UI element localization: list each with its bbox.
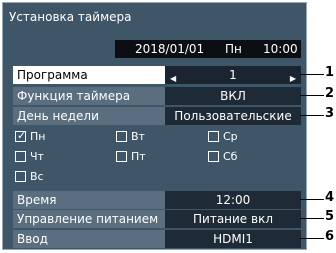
timer-settings-panel: Установка таймера 2018/01/01 Пн 10:00 Пр… [2, 2, 307, 250]
checkbox-icon[interactable] [208, 151, 219, 162]
callout-number-4: 4 [325, 190, 335, 205]
check-icon: ✓ [17, 129, 27, 142]
weekday-row[interactable]: День недели Пользовательские [13, 107, 301, 125]
power-control-label: Управление питанием [17, 212, 159, 226]
program-row[interactable]: Программа ◀ 1 ▶ [13, 66, 301, 84]
checkbox-icon[interactable] [116, 151, 127, 162]
weekday-value[interactable]: Пользовательские [165, 107, 301, 125]
program-label: Программа [17, 68, 88, 82]
callout-number-3: 3 [325, 106, 335, 121]
callout-line-5 [300, 218, 324, 219]
current-date: 2018/01/01 [135, 42, 205, 56]
checkbox-icon[interactable] [116, 131, 127, 142]
timer-function-value[interactable]: ВКЛ [165, 87, 301, 105]
timer-function-row[interactable]: Функция таймера ВКЛ [13, 87, 301, 105]
input-label: Ввод [17, 232, 48, 246]
callout-number-5: 5 [325, 209, 335, 224]
current-time: 10:00 [263, 42, 298, 56]
callout-line-3 [300, 115, 324, 116]
time-label: Время [17, 193, 57, 207]
callout-line-1 [300, 74, 324, 75]
arrow-left-icon[interactable]: ◀ [170, 70, 176, 88]
time-row[interactable]: Время 12:00 [13, 191, 301, 209]
time-value[interactable]: 12:00 [165, 191, 301, 209]
callout-number-2: 2 [325, 86, 335, 101]
input-row[interactable]: Ввод HDMI1 [13, 230, 301, 248]
arrow-right-icon[interactable]: ▶ [290, 70, 296, 88]
datetime-bar: 2018/01/01 Пн 10:00 [115, 40, 301, 58]
callout-number-6: 6 [325, 229, 335, 244]
power-control-row[interactable]: Управление питанием Питание вкл [13, 210, 301, 228]
window-title: Установка таймера [9, 10, 132, 24]
callout-number-1: 1 [325, 65, 335, 80]
checkbox-icon[interactable] [208, 131, 219, 142]
current-weekday: Пн [225, 42, 242, 56]
checkbox-icon[interactable] [15, 151, 26, 162]
program-number: 1 [229, 68, 237, 82]
weekday-checkboxes: ✓ Пн Вт Ср Чт Пт Сб Вс [15, 129, 238, 183]
callout-line-4 [300, 199, 324, 200]
checkbox-icon[interactable] [15, 171, 26, 182]
checkbox-icon[interactable]: ✓ [15, 129, 27, 142]
callout-line-2 [300, 95, 324, 96]
power-control-value[interactable]: Питание вкл [165, 210, 301, 228]
input-value[interactable]: HDMI1 [165, 230, 301, 248]
program-value[interactable]: ◀ 1 ▶ [165, 66, 301, 84]
timer-function-label: Функция таймера [17, 89, 131, 103]
weekday-label: День недели [17, 109, 99, 123]
callout-line-6 [300, 238, 324, 239]
